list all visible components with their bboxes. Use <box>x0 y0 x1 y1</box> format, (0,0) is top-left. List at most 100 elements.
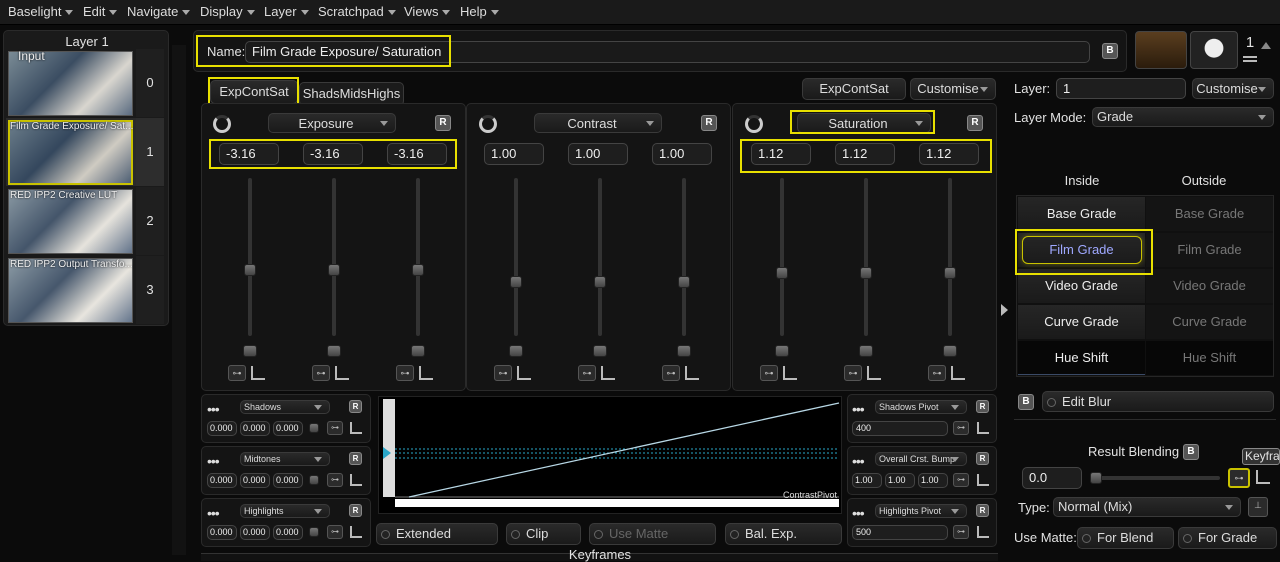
slider-track[interactable] <box>248 178 252 336</box>
grade-outside-4[interactable]: Hue Shift <box>1146 341 1273 375</box>
key-icon[interactable]: ⊶ <box>662 365 680 381</box>
band-value[interactable]: 0.000 <box>207 473 237 488</box>
band-dropdown[interactable]: Shadows Pivot <box>875 400 967 414</box>
grade-outside-2[interactable]: Video Grade <box>1146 269 1273 303</box>
graph-icon[interactable] <box>335 366 349 380</box>
layer-row[interactable]: RED IPP2 Output Transfo... 3 <box>6 256 164 324</box>
lock-knob[interactable] <box>775 345 789 357</box>
exposure-value-2[interactable]: -3.16 <box>303 143 363 165</box>
lock-knob[interactable] <box>411 345 425 357</box>
bal-exp-button[interactable]: Bal. Exp. <box>725 523 842 545</box>
b-button[interactable]: B <box>1018 394 1034 410</box>
key-icon[interactable]: ⊶ <box>953 525 969 539</box>
slider-track[interactable] <box>598 178 602 336</box>
key-icon[interactable]: ⊶ <box>327 421 343 435</box>
band-value[interactable]: 0.000 <box>240 473 270 488</box>
menu-scratchpad[interactable]: Scratchpad <box>318 4 396 19</box>
graph-icon[interactable] <box>951 366 965 380</box>
lock-knob[interactable] <box>243 345 257 357</box>
key-icon[interactable]: ⊶ <box>228 365 246 381</box>
band-dropdown[interactable]: Midtones <box>240 452 330 466</box>
menu-display[interactable]: Display <box>200 4 255 19</box>
grade-outside-1[interactable]: Film Grade <box>1146 233 1273 267</box>
contrast-value-2[interactable]: 1.00 <box>568 143 628 165</box>
graph-icon[interactable] <box>350 474 362 486</box>
contrast-dropdown[interactable]: Contrast <box>534 113 662 133</box>
slider-track[interactable] <box>948 178 952 336</box>
customise-dropdown[interactable]: Customise <box>910 78 996 100</box>
slider-knob[interactable] <box>594 276 606 288</box>
blend-slider-track[interactable] <box>1090 476 1220 480</box>
slider-track[interactable] <box>416 178 420 336</box>
layer-row[interactable]: RED IPP2 Creative LUT 2 <box>6 187 164 255</box>
menu-edit[interactable]: Edit <box>83 4 118 19</box>
r-button[interactable]: R <box>967 115 983 131</box>
key-icon[interactable]: ⊶ <box>327 525 343 539</box>
band-value[interactable]: 0.000 <box>273 473 303 488</box>
slider-track[interactable] <box>682 178 686 336</box>
band-value[interactable]: 500 <box>852 525 948 540</box>
r-button[interactable]: R <box>349 400 362 413</box>
key-icon[interactable]: ⊶ <box>312 365 330 381</box>
key-icon[interactable]: ⊶ <box>396 365 414 381</box>
slider-knob[interactable] <box>244 264 256 276</box>
exposure-dropdown[interactable]: Exposure <box>268 113 396 133</box>
graph-icon[interactable] <box>350 526 362 538</box>
band-value[interactable]: 0.000 <box>207 525 237 540</box>
reset-icon[interactable] <box>213 115 231 133</box>
slider-knob[interactable] <box>944 267 956 279</box>
r-button[interactable]: R <box>349 504 362 517</box>
band-value[interactable]: 0.000 <box>273 421 303 436</box>
key-icon[interactable]: ⊶ <box>953 421 969 435</box>
graph-icon[interactable] <box>977 422 989 434</box>
grade-inside-2[interactable]: Video Grade <box>1018 269 1145 303</box>
dots-icon[interactable]: ••• <box>852 453 865 469</box>
tab-expcontsat[interactable]: ExpContSat <box>210 80 298 104</box>
graph-icon[interactable] <box>251 366 265 380</box>
graph-icon[interactable] <box>867 366 881 380</box>
clip-button[interactable]: Clip <box>506 523 581 545</box>
key-icon[interactable]: ⊶ <box>327 473 343 487</box>
grade-inside-3[interactable]: Curve Grade <box>1018 305 1145 339</box>
saturation-value-1[interactable]: 1.12 <box>751 143 811 165</box>
slider-knob[interactable] <box>412 264 424 276</box>
grade-inside-4[interactable]: Hue Shift <box>1018 341 1145 375</box>
graph-icon[interactable] <box>685 366 699 380</box>
key-icon[interactable]: ⊶ <box>953 473 969 487</box>
portrait-icon[interactable] <box>1190 31 1238 69</box>
hierarchy-icon[interactable]: ⊥ <box>1248 497 1268 517</box>
band-knob[interactable] <box>309 423 319 433</box>
layer-mode-dropdown[interactable]: Grade <box>1092 107 1274 127</box>
mona-lisa-icon[interactable] <box>1135 31 1187 69</box>
band-knob[interactable] <box>309 527 319 537</box>
slider-knob[interactable] <box>860 267 872 279</box>
contrast-curve[interactable]: ContrastPivot <box>378 396 842 514</box>
graph-icon[interactable] <box>783 366 797 380</box>
key-icon[interactable]: ⊶ <box>928 365 946 381</box>
reset-icon[interactable] <box>479 115 497 133</box>
type-dropdown[interactable]: Normal (Mix) <box>1053 497 1241 517</box>
lock-knob[interactable] <box>859 345 873 357</box>
contrast-value-1[interactable]: 1.00 <box>484 143 544 165</box>
layer-input[interactable]: 1 <box>1056 78 1186 99</box>
graph-icon[interactable] <box>601 366 615 380</box>
band-dropdown[interactable]: Overall Crst. Bump <box>875 452 967 466</box>
menu-layer[interactable]: Layer <box>264 4 309 19</box>
dots-icon[interactable]: ••• <box>207 401 220 417</box>
slider-knob[interactable] <box>328 264 340 276</box>
slider-knob[interactable] <box>776 267 788 279</box>
triangle-up-icon[interactable] <box>1261 42 1271 49</box>
band-dropdown[interactable]: Highlights Pivot <box>875 504 967 518</box>
slider-knob[interactable] <box>510 276 522 288</box>
band-knob[interactable] <box>309 475 319 485</box>
menu-navigate[interactable]: Navigate <box>127 4 191 19</box>
dots-icon[interactable]: ••• <box>852 505 865 521</box>
dots-icon[interactable]: ••• <box>207 505 220 521</box>
slider-track[interactable] <box>332 178 336 336</box>
use-matte-button[interactable]: Use Matte <box>589 523 716 545</box>
r-button[interactable]: R <box>435 115 451 131</box>
for-grade-button[interactable]: For Grade <box>1178 527 1277 549</box>
key-icon[interactable]: ⊶ <box>494 365 512 381</box>
edit-blur-button[interactable]: Edit Blur <box>1042 391 1274 412</box>
graph-icon[interactable] <box>977 474 989 486</box>
